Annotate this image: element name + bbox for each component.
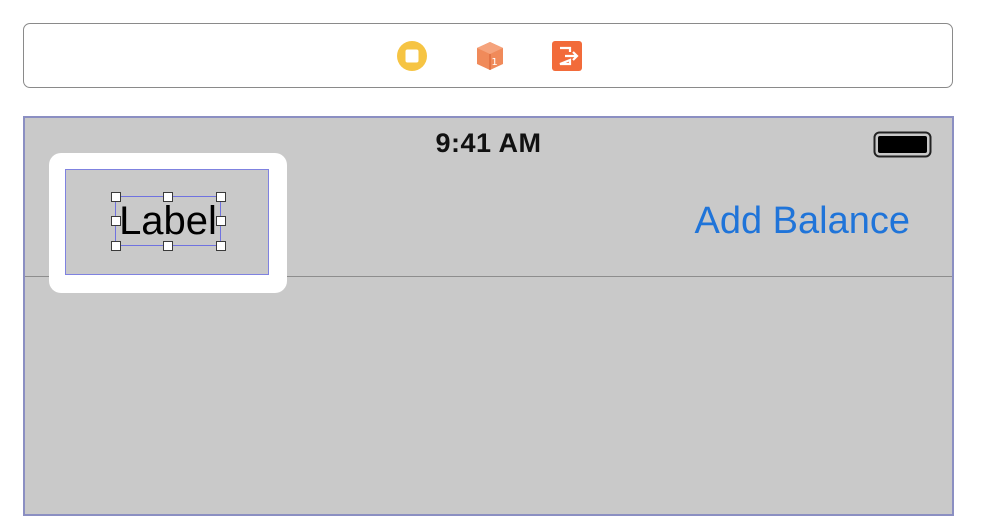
resize-handle-right[interactable] (216, 216, 226, 226)
resize-handle-left[interactable] (111, 216, 121, 226)
iphone-scene-canvas[interactable]: 9:41 AM Label Add Balance (23, 116, 954, 516)
resize-handle-bottom[interactable] (163, 241, 173, 251)
battery-icon (873, 131, 933, 158)
resize-handle-top[interactable] (163, 192, 173, 202)
view-controller-icon[interactable] (396, 40, 428, 72)
first-responder-badge: 1 (491, 57, 497, 68)
add-balance-button[interactable]: Add Balance (695, 200, 911, 243)
first-responder-icon[interactable]: 1 (474, 40, 506, 72)
resize-handle-bottom-left[interactable] (111, 241, 121, 251)
navigation-label[interactable]: Label (115, 198, 221, 244)
resize-handle-top-left[interactable] (111, 192, 121, 202)
exit-icon[interactable] (551, 40, 583, 72)
scene-dock: 1 (23, 23, 953, 88)
resize-handle-bottom-right[interactable] (216, 241, 226, 251)
resize-handle-top-right[interactable] (216, 192, 226, 202)
